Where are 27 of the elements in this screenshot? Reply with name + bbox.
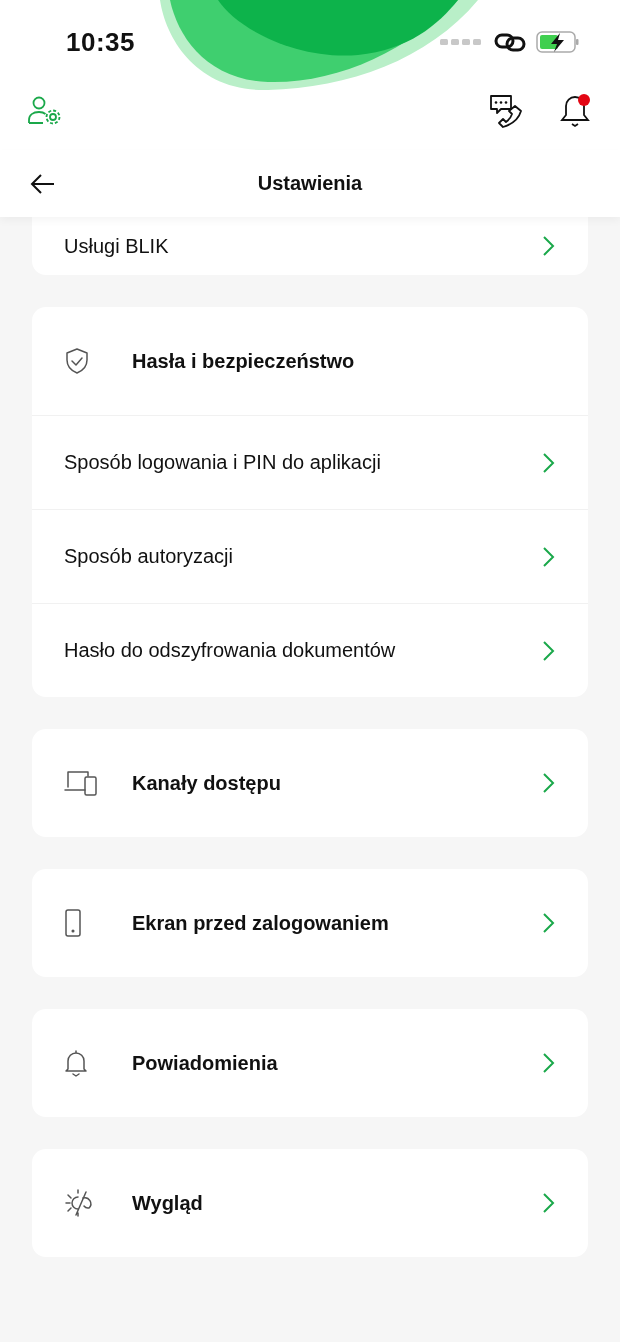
sun-moon-icon bbox=[64, 1188, 94, 1218]
battery-charging-icon bbox=[536, 31, 580, 53]
shield-check-icon bbox=[64, 347, 90, 375]
chevron-icon bbox=[542, 772, 556, 794]
chevron-icon bbox=[542, 545, 556, 568]
chevron-icon bbox=[542, 1052, 556, 1074]
status-time: 10:35 bbox=[66, 26, 135, 58]
chevron-icon bbox=[542, 451, 556, 474]
settings-item[interactable]: Ekran przed zalogowaniem bbox=[32, 869, 588, 977]
settings-item[interactable]: Powiadomienia bbox=[32, 1009, 588, 1117]
chevron-icon bbox=[542, 235, 556, 257]
settings-item[interactable]: Usługi BLIK bbox=[32, 217, 588, 275]
settings-item[interactable]: Wygląd bbox=[32, 1149, 588, 1257]
link-icon bbox=[494, 32, 526, 52]
settings-item[interactable]: Hasło do odszyfrowania dokumentów bbox=[32, 603, 588, 697]
page-title: Ustawienia bbox=[257, 172, 363, 195]
phone-icon bbox=[64, 909, 82, 937]
laptop-phone-icon bbox=[64, 770, 98, 796]
section-title: Hasła i bezpieczeństwo bbox=[132, 349, 356, 373]
chevron-icon bbox=[542, 1192, 556, 1214]
chevron-icon bbox=[542, 912, 556, 934]
settings-item[interactable]: Sposób logowania i PIN do aplikacji bbox=[32, 415, 588, 509]
settings-item[interactable]: Kanały dostępu bbox=[32, 729, 588, 837]
bell-icon bbox=[64, 1049, 88, 1077]
settings-item[interactable]: Sposób autoryzacji bbox=[32, 509, 588, 603]
signal-icon bbox=[440, 38, 484, 46]
chevron-icon bbox=[542, 639, 556, 662]
